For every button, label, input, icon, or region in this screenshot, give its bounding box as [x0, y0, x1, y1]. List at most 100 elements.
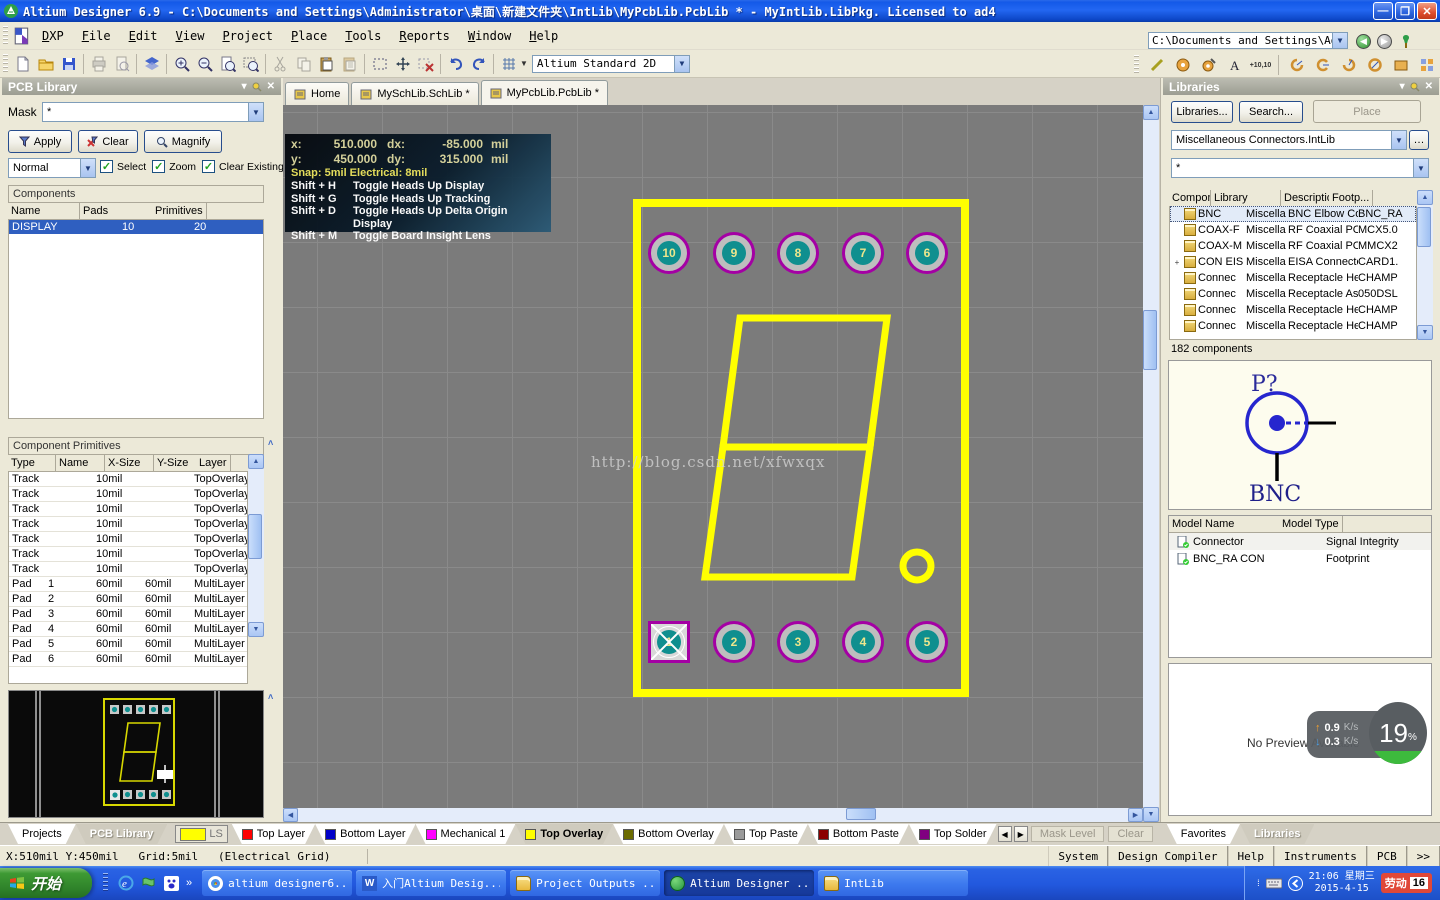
apply-mode-combo[interactable]: Normal ▼ [8, 158, 96, 178]
pad[interactable]: 8 [777, 232, 819, 274]
home-plant-icon[interactable] [1398, 33, 1414, 49]
mask-combo[interactable]: * ▼ [42, 102, 264, 122]
calendar-tray-badge[interactable]: 劳动 16 [1380, 873, 1432, 893]
move-icon[interactable] [391, 53, 414, 75]
arc-center-icon[interactable] [1285, 54, 1308, 76]
components-section-header[interactable]: Components [8, 185, 264, 203]
address-dropdown-arrow[interactable]: ▼ [1332, 33, 1347, 48]
paste-special-icon[interactable] [338, 53, 361, 75]
column-header[interactable]: Layer [196, 455, 231, 471]
place-button[interactable]: Place [1313, 100, 1421, 123]
start-button[interactable]: 开始 [0, 868, 92, 898]
checkbox[interactable] [100, 160, 113, 173]
pad[interactable]: 1 [648, 621, 690, 663]
component-filter-arrow[interactable]: ▼ [1413, 159, 1428, 177]
print-icon[interactable] [87, 53, 110, 75]
cut-icon[interactable] [269, 53, 292, 75]
panel-tab[interactable]: Favorites [1167, 824, 1240, 844]
primitive-row[interactable]: Pad 6 60mil 60mil MultiLayer [9, 652, 247, 667]
magnify-button[interactable]: Magnify [144, 130, 222, 153]
library-component-row[interactable]: COAX-M Miscella RF Coaxial PCB I MMCX2 [1170, 238, 1416, 254]
panel-menu-icon[interactable]: ▾ [242, 81, 247, 92]
place-coordinate-icon[interactable]: +10,10 [1249, 54, 1272, 76]
layer-scroll-right-icon[interactable]: ▶ [1013, 826, 1028, 842]
apply-mode-arrow[interactable]: ▼ [80, 159, 95, 177]
column-header[interactable]: Primitives [152, 203, 207, 219]
zoom-in-icon[interactable] [170, 53, 193, 75]
menu-item[interactable]: Window [459, 27, 520, 45]
component-filter-combo[interactable]: * ▼ [1171, 158, 1429, 178]
panel-close-icon[interactable]: ✕ [267, 81, 275, 92]
address-bar[interactable]: C:\Documents and Settings\Admir ▼ [1148, 32, 1348, 49]
menu-item[interactable]: Help [520, 27, 567, 45]
primitive-row[interactable]: Pad 3 60mil 60mil MultiLayer [9, 607, 247, 622]
components-list-scrollbar[interactable]: ▲ ▼ [1417, 190, 1433, 340]
primitive-row[interactable]: Track 10mil TopOverlay [9, 487, 247, 502]
clear-selection-icon[interactable] [414, 53, 437, 75]
layer-set-selector[interactable]: LS [175, 825, 228, 843]
clear-mask-button[interactable]: Clear [1108, 826, 1153, 842]
column-header[interactable]: Name [8, 203, 80, 219]
status-bar-button[interactable]: Help [1227, 846, 1275, 866]
primitive-row[interactable]: Track 10mil TopOverlay [9, 517, 247, 532]
library-component-row[interactable]: COAX-F Miscella RF Coaxial PCB I MCX5.0 [1170, 222, 1416, 238]
menu-item[interactable]: Tools [336, 27, 390, 45]
library-select-arrow[interactable]: ▼ [1391, 131, 1406, 149]
footprint-mini-preview[interactable] [8, 690, 264, 818]
document-tab[interactable]: MyPcbLib.PcbLib * [480, 80, 608, 105]
panel-tab[interactable]: Libraries [1240, 824, 1314, 844]
column-header[interactable]: Model Name [1169, 516, 1279, 532]
view-mode-combo[interactable]: Altium Standard 2D ▼ [531, 54, 690, 73]
decimal-point-circle[interactable] [899, 548, 935, 584]
grid-dropdown-arrow[interactable]: ▼ [520, 59, 528, 68]
pad[interactable]: 6 [906, 232, 948, 274]
language-bar-icon[interactable] [1287, 875, 1303, 891]
primitive-row[interactable]: Track 10mil TopOverlay [9, 472, 247, 487]
column-header[interactable]: Name [56, 455, 105, 471]
menu-item[interactable]: Edit [120, 27, 167, 45]
pin-icon[interactable] [1410, 82, 1420, 92]
pad[interactable]: 4 [842, 621, 884, 663]
seven-segment-top[interactable] [719, 314, 891, 451]
paste-array-icon[interactable] [1415, 54, 1438, 76]
apply-button[interactable]: Apply [8, 130, 72, 153]
menu-item[interactable]: Reports [390, 27, 459, 45]
library-component-row[interactable]: Connec Miscella Receptacle Hea CHAMP [1170, 318, 1416, 334]
library-select-combo[interactable]: Miscellaneous Connectors.IntLib ▼ [1171, 130, 1407, 150]
primitive-row[interactable]: Track 10mil TopOverlay [9, 562, 247, 577]
layer-tab[interactable]: Top Layer [232, 824, 315, 844]
forward-button[interactable]: ▶ [1377, 33, 1392, 49]
library-component-row[interactable]: Connec Miscella Receptacle Hea CHAMP [1170, 302, 1416, 318]
pad[interactable]: 10 [648, 232, 690, 274]
print-preview-icon[interactable] [110, 53, 133, 75]
restore-button[interactable]: ❐ [1395, 2, 1415, 20]
clear-button[interactable]: Clear [78, 130, 138, 153]
menu-item[interactable]: DXP [33, 27, 73, 45]
expand-icon[interactable] [1172, 289, 1182, 299]
primitive-row[interactable]: Pad 2 60mil 60mil MultiLayer [9, 592, 247, 607]
pad[interactable]: 3 [777, 621, 819, 663]
library-component-row[interactable]: BNC Miscella BNC Elbow Conr BNC_RA [1170, 206, 1416, 222]
back-button[interactable]: ◀ [1356, 33, 1371, 49]
pad[interactable]: 7 [842, 232, 884, 274]
expand-icon[interactable] [1172, 209, 1182, 219]
library-component-row[interactable]: Connec Miscella Receptacle Hea CHAMP [1170, 270, 1416, 286]
collapse-chevron-icon[interactable]: ˄ [268, 438, 273, 448]
column-header[interactable]: Model Type [1279, 516, 1343, 532]
zoom-document-icon[interactable] [216, 53, 239, 75]
model-row[interactable]: Connector Signal Integrity [1169, 533, 1431, 550]
pcb-canvas[interactable]: http://blog.csdn.net/xfwxqx 10 9 8 7 6 2… [283, 105, 1143, 808]
percent-badge[interactable]: 19 % [1369, 702, 1427, 764]
library-component-row[interactable]: + CON EIS Miscella EISA Connector, CARD1… [1170, 254, 1416, 270]
expand-icon[interactable]: + [1172, 257, 1182, 267]
copy-icon[interactable] [292, 53, 315, 75]
collapse-chevron-icon[interactable]: ˄ [268, 692, 273, 702]
primitive-row[interactable]: Track 10mil TopOverlay [9, 532, 247, 547]
taskbar-task[interactable]: Altium Designer ... [664, 870, 815, 896]
layer-tab[interactable]: Top Solder [909, 824, 997, 844]
document-tab[interactable]: MySchLib.SchLib * [351, 82, 479, 105]
view-mode-arrow[interactable]: ▼ [673, 55, 689, 72]
layer-tab[interactable]: Top Overlay [515, 824, 613, 844]
mask-combo-arrow[interactable]: ▼ [248, 103, 263, 121]
libraries-button[interactable]: Libraries... [1171, 101, 1233, 123]
